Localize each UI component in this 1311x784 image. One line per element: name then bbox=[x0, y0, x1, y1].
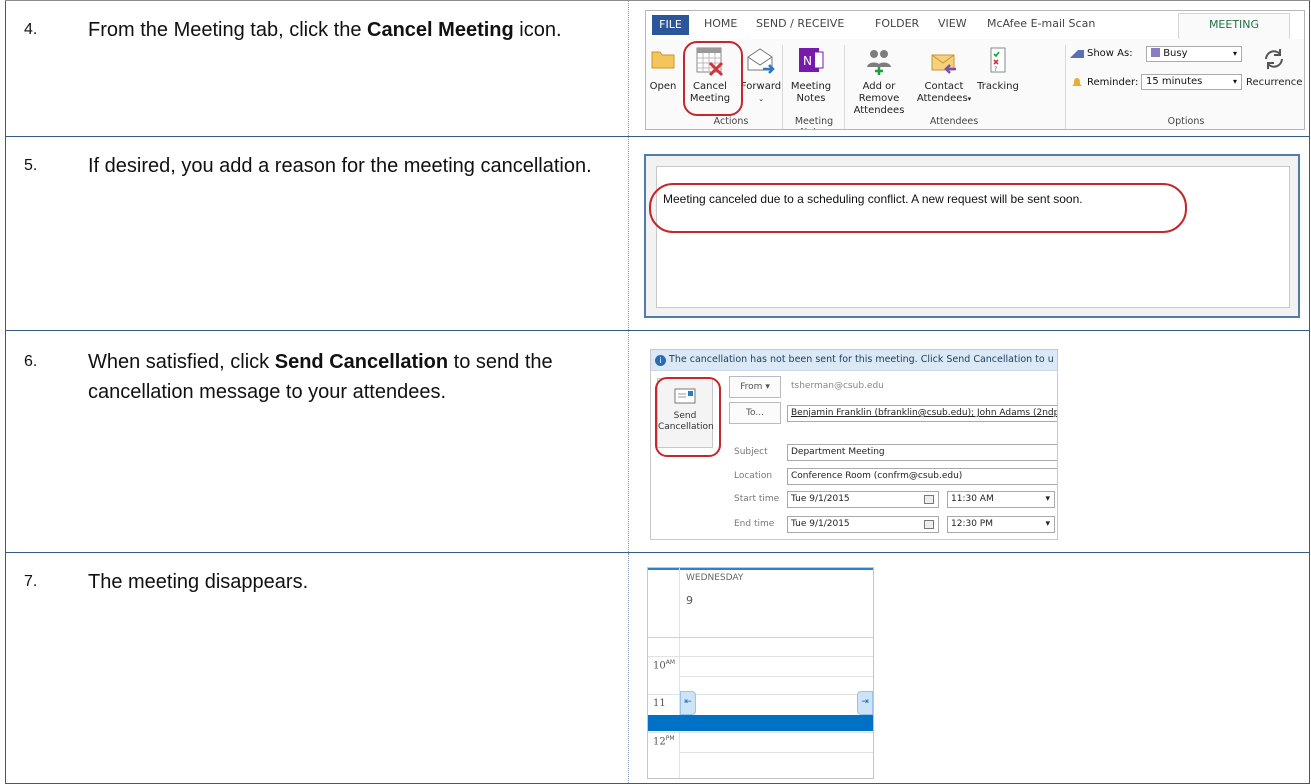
recurrence-button[interactable]: Recurrence bbox=[1246, 45, 1302, 89]
group-label-actions: Actions bbox=[713, 116, 749, 127]
reminder-label: Reminder: bbox=[1087, 77, 1139, 88]
busy-swatch bbox=[1151, 48, 1160, 57]
hour-line bbox=[648, 656, 873, 657]
meeting-notes-button[interactable]: N Meeting Notes bbox=[788, 45, 834, 105]
group-label-meeting-notes: Meeting Notes bbox=[794, 116, 834, 129]
svg-text:N: N bbox=[803, 54, 812, 68]
tab-mcafee[interactable]: McAfee E-mail Scan bbox=[987, 17, 1095, 30]
to-button[interactable]: To... bbox=[729, 402, 781, 424]
info-bar: i The cancellation has not been sent for… bbox=[651, 350, 1057, 371]
step-number: 4. bbox=[24, 21, 38, 38]
folder-icon bbox=[651, 51, 675, 69]
start-time-field[interactable]: 11:30 AM ▾ bbox=[947, 491, 1055, 508]
calendar-accent-line bbox=[648, 568, 873, 570]
subject-field[interactable]: Department Meeting bbox=[787, 444, 1057, 461]
end-time-label: End time bbox=[734, 519, 775, 529]
next-appointment-tab[interactable]: ⇥ bbox=[857, 691, 873, 715]
chevron-down-icon: ▾ bbox=[1232, 77, 1237, 86]
tab-file[interactable]: FILE bbox=[652, 15, 689, 35]
show-as-icon bbox=[1070, 50, 1084, 58]
calendar-icon bbox=[924, 520, 934, 529]
day-column-line bbox=[679, 568, 680, 778]
svg-text:?: ? bbox=[994, 66, 997, 73]
subject-label: Subject bbox=[734, 447, 768, 457]
to-field[interactable]: Benjamin Franklin (bfranklin@csub.edu); … bbox=[787, 405, 1057, 422]
all-day-divider bbox=[648, 637, 873, 638]
hour-label-10: 10AM bbox=[653, 659, 676, 672]
end-date-field[interactable]: Tue 9/1/2015 bbox=[787, 516, 939, 533]
column-divider bbox=[628, 553, 629, 783]
group-label-options: Options bbox=[1167, 116, 1205, 127]
start-date-field[interactable]: Tue 9/1/2015 bbox=[787, 491, 939, 508]
reminder-dropdown[interactable]: 15 minutes ▾ bbox=[1141, 74, 1242, 90]
contact-attendees-button[interactable]: Contact Attendees▾ bbox=[916, 45, 972, 105]
chevron-down-icon: ⌄ bbox=[758, 95, 764, 103]
message-body-screenshot: Meeting canceled due to a scheduling con… bbox=[644, 154, 1300, 318]
start-time-label: Start time bbox=[734, 494, 780, 504]
day-header: WEDNESDAY bbox=[686, 573, 744, 583]
step-number: 6. bbox=[24, 353, 38, 370]
onenote-icon: N bbox=[799, 48, 824, 72]
column-divider bbox=[628, 137, 629, 330]
location-label: Location bbox=[734, 471, 773, 481]
add-remove-attendees-button[interactable]: Add or Remove Attendees bbox=[847, 45, 911, 117]
meeting-ribbon-screenshot: FILE HOME SEND / RECEIVE FOLDER VIEW McA… bbox=[645, 10, 1305, 130]
send-cancellation-screenshot: i The cancellation has not been sent for… bbox=[650, 349, 1058, 540]
send-envelope-icon bbox=[674, 388, 696, 404]
tab-home[interactable]: HOME bbox=[704, 17, 737, 30]
recurrence-icon bbox=[1265, 49, 1283, 69]
send-cancellation-button[interactable]: Send Cancellation bbox=[657, 378, 714, 448]
hour-line bbox=[648, 732, 873, 733]
tab-send-receive[interactable]: SEND / RECEIVE bbox=[756, 17, 844, 30]
step-number: 7. bbox=[24, 573, 38, 590]
day-date: 9 bbox=[686, 594, 693, 607]
group-label-attendees: Attendees bbox=[929, 116, 979, 127]
hour-label-11: 11 bbox=[653, 698, 666, 709]
end-time-field[interactable]: 12:30 PM ▾ bbox=[947, 516, 1055, 533]
chevron-down-icon: ▾ bbox=[1045, 494, 1050, 504]
contact-envelope-icon bbox=[931, 54, 956, 74]
column-divider bbox=[628, 1, 629, 136]
tab-folder[interactable]: FOLDER bbox=[875, 17, 919, 30]
step-text: If desired, you add a reason for the mee… bbox=[88, 155, 592, 177]
forward-envelope-icon bbox=[747, 48, 775, 74]
show-as-label: Show As: bbox=[1087, 48, 1133, 59]
forward-button[interactable]: Forward ⌄ bbox=[740, 45, 782, 105]
ribbon-body: Open Cancel Meeting Forward ⌄ Actions N … bbox=[646, 39, 1304, 129]
calendar-icon bbox=[924, 495, 934, 504]
previous-appointment-tab[interactable]: ⇤ bbox=[680, 691, 696, 715]
from-button[interactable]: From ▾ bbox=[729, 376, 781, 398]
time-slot-bar[interactable] bbox=[648, 715, 873, 731]
message-body-editor[interactable]: Meeting canceled due to a scheduling con… bbox=[649, 166, 1290, 308]
calendar-day-screenshot: WEDNESDAY 9 10AM 11 ⇤ ⇥ 12PM bbox=[647, 567, 874, 779]
column-divider bbox=[628, 331, 629, 552]
step-number: 5. bbox=[24, 157, 38, 174]
step-text: The meeting disappears. bbox=[88, 571, 309, 593]
tab-meeting[interactable]: MEETING bbox=[1178, 13, 1290, 39]
people-icon bbox=[867, 50, 891, 75]
from-value: tsherman@csub.edu bbox=[791, 381, 884, 391]
info-icon: i bbox=[655, 355, 666, 366]
group-separator bbox=[782, 45, 783, 129]
bell-icon bbox=[1072, 78, 1082, 86]
half-hour-line bbox=[679, 752, 873, 753]
cancel-meeting-button[interactable]: Cancel Meeting bbox=[684, 45, 736, 105]
open-button[interactable]: Open bbox=[648, 45, 678, 93]
show-as-dropdown[interactable]: Busy ▾ bbox=[1146, 46, 1242, 62]
ribbon-tabs: FILE HOME SEND / RECEIVE FOLDER VIEW McA… bbox=[646, 11, 1304, 40]
hour-label-12: 12PM bbox=[653, 735, 675, 748]
chevron-down-icon: ▾ bbox=[1045, 519, 1050, 529]
location-field[interactable]: Conference Room (confrm@csub.edu) bbox=[787, 468, 1057, 485]
half-hour-line bbox=[679, 676, 873, 677]
tracking-button[interactable]: ? Tracking bbox=[976, 45, 1020, 93]
tab-view[interactable]: VIEW bbox=[938, 17, 967, 30]
chevron-down-icon: ▾ bbox=[967, 95, 972, 103]
cancellation-reason-text: Meeting canceled due to a scheduling con… bbox=[663, 192, 1083, 206]
chevron-down-icon: ▾ bbox=[1232, 49, 1237, 58]
cancel-calendar-icon bbox=[696, 47, 724, 77]
step-text: From the Meeting tab, click the Cancel M… bbox=[88, 19, 562, 41]
tracking-checklist-icon: ? bbox=[990, 47, 1006, 73]
step-text: When satisfied, click Send Cancellation … bbox=[88, 351, 553, 403]
